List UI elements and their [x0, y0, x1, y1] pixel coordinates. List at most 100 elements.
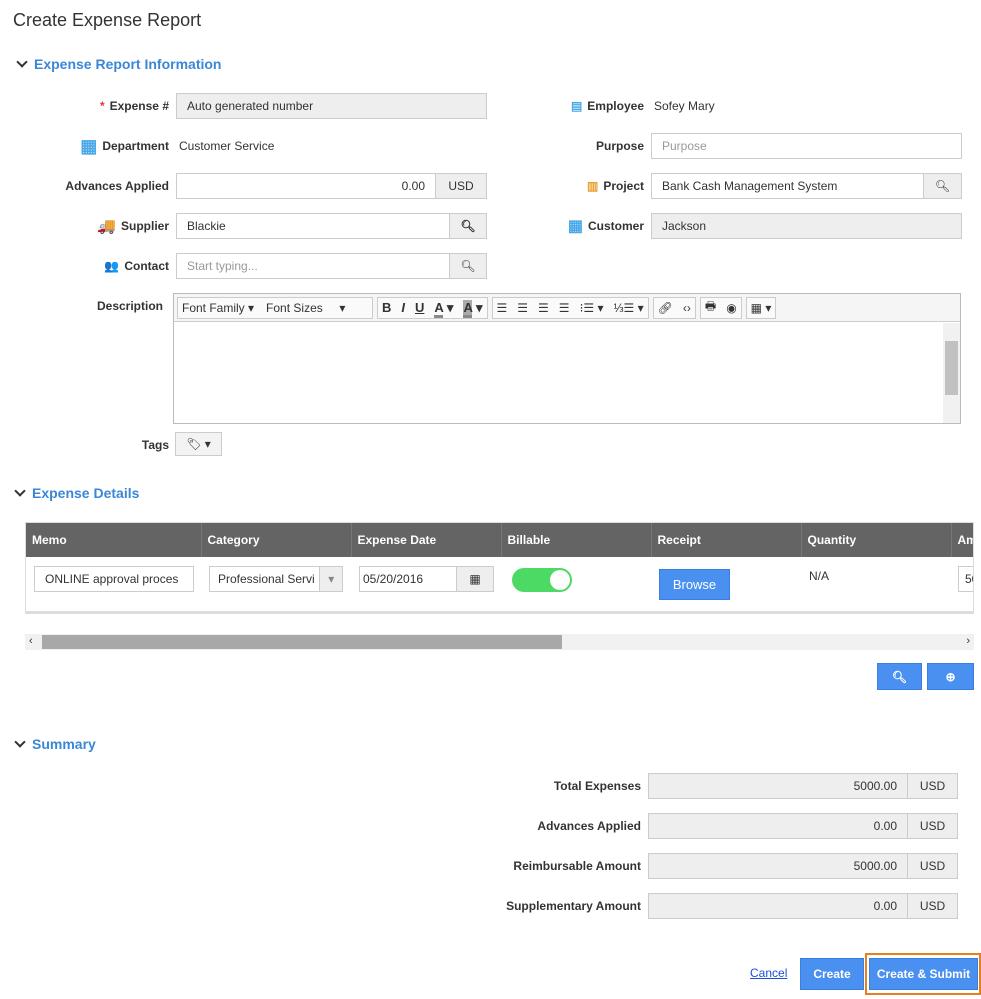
summary-value: 0.00 [648, 893, 908, 919]
supplier-search-button[interactable]: 🔍︎ [449, 213, 487, 239]
section-title: Summary [32, 736, 96, 752]
col-expense-date: Expense Date [351, 523, 502, 557]
summary-value: 5000.00 [648, 773, 908, 799]
add-row-button[interactable]: ⊕ [927, 663, 974, 690]
code-icon[interactable]: ‹› [683, 301, 691, 315]
project-label: ▥ Project [586, 179, 644, 193]
chevron-down-icon [14, 485, 26, 497]
advances-label: Advances Applied [65, 179, 169, 193]
department-value: Customer Service [179, 139, 275, 153]
summary-currency: USD [907, 893, 958, 919]
memo-field[interactable]: ONLINE approval proces [34, 566, 194, 592]
bullet-list-icon[interactable]: ⁝☰ ▾ [580, 301, 604, 315]
employee-label: ▤ Employee [570, 99, 644, 113]
search-rows-button[interactable]: 🔍︎ [877, 663, 922, 690]
supplier-field[interactable]: Blackie [176, 213, 450, 239]
link-icon[interactable]: 🔗︎ [658, 301, 673, 315]
summary-currency: USD [907, 813, 958, 839]
category-select[interactable]: Professional Servi ▾ [209, 566, 343, 592]
format-group: B I U A ▾ A ▾ [377, 296, 488, 319]
summary-value: 0.00 [648, 813, 908, 839]
contacts-icon: 👥 [104, 259, 120, 273]
section-title: Expense Details [32, 485, 140, 501]
font-family-select[interactable]: Font Family ▾ [182, 301, 254, 315]
table-icon: ▦ ▾ [750, 300, 772, 315]
summary-value: 5000.00 [648, 853, 908, 879]
project-field[interactable]: Bank Cash Management System [651, 173, 924, 199]
font-sizes-select[interactable]: Font Sizes ▾ [266, 301, 345, 315]
align-center-icon[interactable]: ☰ [517, 301, 528, 315]
col-memo: Memo [26, 523, 202, 557]
align-right-icon[interactable]: ☰ [538, 301, 549, 315]
customer-field: Jackson [651, 213, 962, 239]
create-button[interactable]: Create [800, 958, 864, 990]
numbered-list-icon[interactable]: ⅓☰ ▾ [614, 301, 644, 315]
scroll-right-arrow: › [966, 635, 970, 647]
summary-row: Supplementary Amount 0.00 USD [341, 893, 958, 919]
bold-button[interactable]: B [382, 300, 391, 315]
summary-row: Total Expenses 5000.00 USD [341, 773, 958, 799]
contact-search-button[interactable]: 🔍︎ [449, 253, 487, 279]
building-icon: ▦ [80, 135, 98, 156]
editor-scrollbar[interactable] [943, 323, 960, 423]
browse-receipt-button[interactable]: Browse [659, 569, 730, 600]
preview-eye-icon[interactable]: ◉ [726, 301, 736, 315]
font-group: Font Family ▾ Font Sizes ▾ [177, 296, 373, 319]
billable-toggle[interactable] [512, 568, 572, 592]
section-title: Expense Report Information [34, 56, 222, 72]
summary-label: Supplementary Amount [506, 899, 641, 913]
search-icon: 🔍︎ [891, 669, 908, 684]
tag-icon: 🏷︎ ▾ [186, 437, 211, 451]
table-button[interactable]: ▦ ▾ [745, 296, 777, 319]
justify-icon[interactable]: ☰ [559, 301, 570, 315]
amount-field[interactable]: 5000.00 [958, 566, 973, 592]
quantity-value: N/A [809, 569, 830, 583]
tags-label: Tags [141, 438, 169, 452]
col-quantity: Quantity [801, 523, 952, 557]
customer-label: ▦ Customer [567, 218, 644, 235]
link-group: 🔗︎ ‹› [652, 296, 696, 319]
bg-color-button[interactable]: A ▾ [463, 299, 483, 318]
search-icon: 🔍︎ [934, 179, 951, 193]
align-left-icon[interactable]: ☰ [497, 301, 508, 315]
summary-currency: USD [907, 853, 958, 879]
section-info-toggle[interactable]: Expense Report Information [16, 56, 222, 72]
text-color-button[interactable]: A ▾ [434, 299, 453, 318]
section-details-toggle[interactable]: Expense Details [14, 485, 140, 501]
advances-field[interactable]: 0.00 [176, 173, 436, 199]
contact-label: 👥 Contact [104, 259, 169, 273]
summary-label: Total Expenses [553, 779, 641, 793]
italic-button[interactable]: I [401, 300, 405, 315]
tags-dropdown-button[interactable]: 🏷︎ ▾ [175, 432, 222, 456]
align-group: ☰ ☰ ☰ ☰ ⁝☰ ▾ ⅓☰ ▾ [491, 296, 649, 319]
table-horizontal-scrollbar[interactable]: ‹ › [25, 634, 974, 650]
expense-date-field[interactable]: 05/20/2016 [359, 566, 457, 592]
project-search-button[interactable]: 🔍︎ [923, 173, 962, 199]
purpose-field[interactable]: Purpose [651, 133, 962, 159]
project-icon: ▥ [586, 179, 599, 193]
underline-button[interactable]: U [415, 300, 424, 315]
description-editor: Font Family ▾ Font Sizes ▾ B I U A ▾ A ▾… [173, 293, 961, 424]
summary-row: Advances Applied 0.00 USD [341, 813, 958, 839]
id-card-icon: ▤ [570, 99, 583, 113]
supplier-label: 🚚 Supplier [97, 218, 169, 235]
scroll-left-arrow: ‹ [29, 635, 33, 647]
table-header: Memo Category Expense Date Billable Rece… [26, 523, 973, 557]
purpose-label: Purpose [595, 139, 644, 153]
search-icon: 🔍︎ [460, 259, 476, 273]
print-icon[interactable]: 🖶 [705, 297, 716, 318]
truck-icon: 🚚 [97, 218, 116, 235]
create-and-submit-button[interactable]: Create & Submit [869, 958, 978, 990]
scrollbar-thumb [42, 635, 562, 649]
summary-list: Total Expenses 5000.00 USD Advances Applie… [341, 773, 958, 919]
summary-label: Advances Applied [537, 819, 641, 833]
chevron-down-icon [16, 56, 28, 68]
calendar-button[interactable]: ▦ [456, 566, 494, 592]
cancel-link[interactable]: Cancel [750, 966, 787, 980]
contact-field[interactable]: Start typing... [176, 253, 450, 279]
section-summary-toggle[interactable]: Summary [14, 736, 96, 752]
page-title: Create Expense Report [13, 10, 202, 30]
summary-currency: USD [907, 773, 958, 799]
col-category: Category [201, 523, 352, 557]
calendar-icon: ▦ [469, 572, 481, 586]
